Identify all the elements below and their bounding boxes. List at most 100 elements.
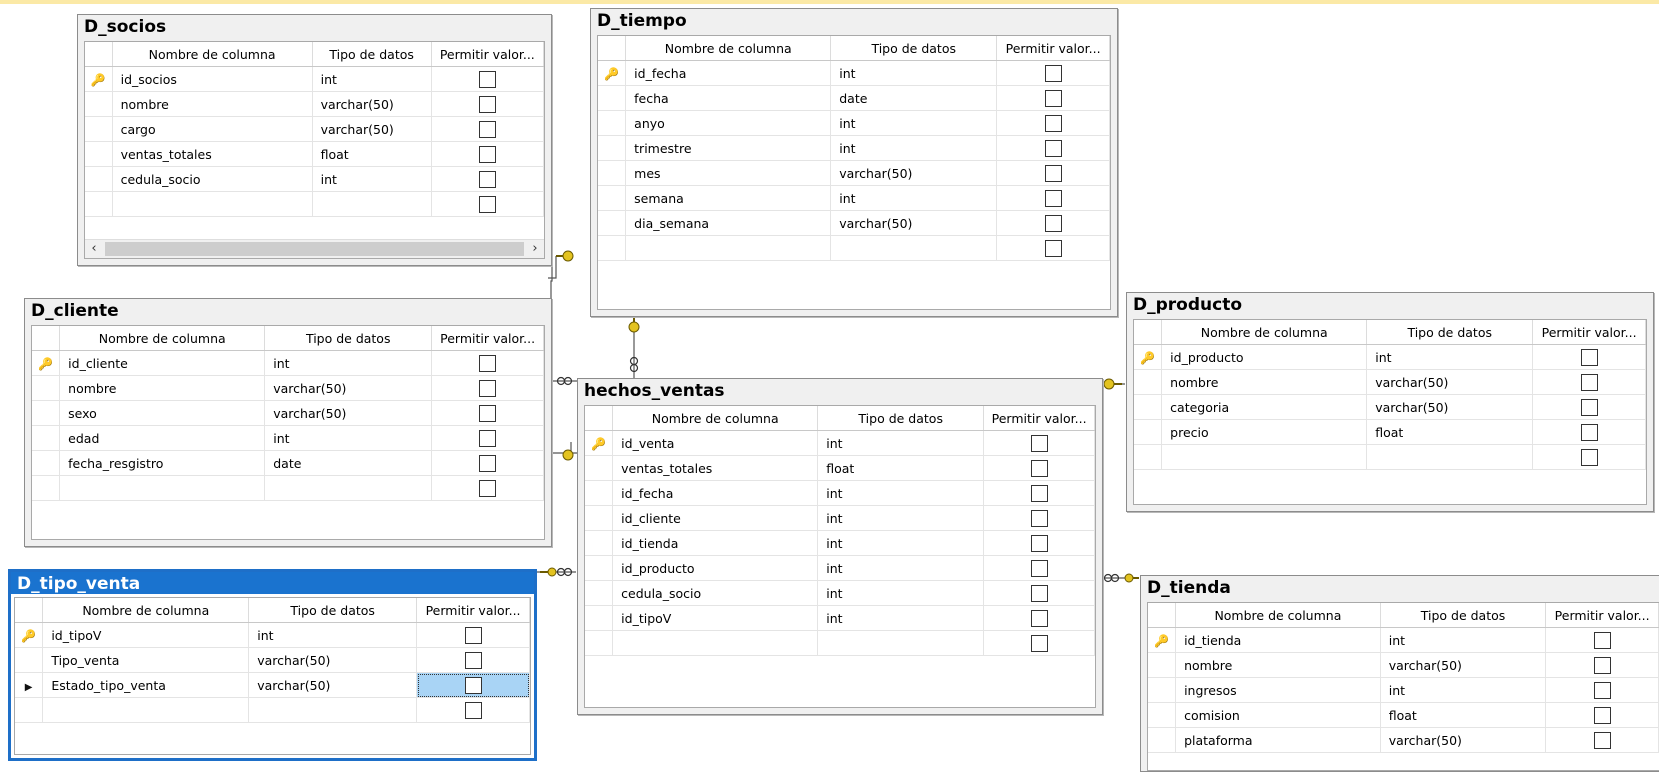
header-allow-nulls[interactable]: Permitir valor... <box>1545 603 1659 628</box>
allow-nulls-checkbox[interactable] <box>1044 89 1062 107</box>
row-selector[interactable]: 🔑 <box>1134 344 1163 370</box>
allow-nulls-cell[interactable] <box>1545 677 1659 703</box>
allow-nulls-checkbox[interactable] <box>478 145 496 163</box>
allow-nulls-checkbox[interactable] <box>464 701 482 719</box>
column-name-cell[interactable]: id_producto <box>1161 344 1368 370</box>
data-type-cell[interactable]: int <box>817 580 985 606</box>
header-column-name[interactable]: Nombre de columna <box>1161 320 1368 345</box>
data-type-cell[interactable]: varchar(50) <box>248 647 418 673</box>
data-type-cell[interactable]: float <box>817 455 985 481</box>
header-data-type[interactable]: Tipo de datos <box>264 326 433 351</box>
column-name-cell[interactable]: id_tienda <box>1175 627 1381 653</box>
allow-nulls-checkbox[interactable] <box>1044 214 1062 232</box>
allow-nulls-checkbox[interactable] <box>1044 64 1062 82</box>
allow-nulls-cell[interactable] <box>983 580 1095 606</box>
table-d-cliente[interactable]: D_cliente Nombre de columna Tipo de datos… <box>24 298 552 547</box>
table-row[interactable]: id_cliente int <box>585 505 1095 531</box>
data-type-cell[interactable]: varchar(50) <box>830 210 998 236</box>
row-selector[interactable] <box>32 450 61 476</box>
row-selector[interactable] <box>585 580 614 606</box>
data-type-cell[interactable]: int <box>1380 627 1547 653</box>
allow-nulls-cell[interactable] <box>983 505 1095 531</box>
table-row[interactable]: comision float <box>1148 702 1659 728</box>
allow-nulls-cell[interactable] <box>983 630 1095 656</box>
column-name-cell[interactable]: Estado_tipo_venta <box>42 672 250 698</box>
header-allow-nulls[interactable]: Permitir valor... <box>1532 320 1646 345</box>
row-selector[interactable]: 🔑 <box>32 350 61 376</box>
data-type-cell[interactable] <box>1366 444 1534 470</box>
column-grid[interactable]: Nombre de columna Tipo de datos Permitir v… <box>597 35 1111 310</box>
data-type-cell[interactable]: varchar(50) <box>312 116 432 142</box>
column-name-cell[interactable]: nombre <box>112 91 313 117</box>
allow-nulls-checkbox[interactable] <box>1030 609 1048 627</box>
header-column-name[interactable]: Nombre de columna <box>612 406 819 431</box>
column-name-cell[interactable]: id_tienda <box>612 530 819 556</box>
allow-nulls-checkbox[interactable] <box>478 170 496 188</box>
allow-nulls-cell[interactable] <box>431 475 544 501</box>
table-row[interactable]: fecha date <box>598 85 1110 111</box>
allow-nulls-cell[interactable] <box>983 430 1095 456</box>
column-name-cell[interactable]: id_tipoV <box>612 605 819 631</box>
data-type-cell[interactable]: varchar(50) <box>1380 727 1547 753</box>
column-grid[interactable]: Nombre de columna Tipo de datos Permitir v… <box>1147 602 1659 771</box>
data-type-cell[interactable]: int <box>817 555 985 581</box>
column-grid[interactable]: Nombre de columna Tipo de datos Permitir v… <box>31 325 545 540</box>
column-name-cell[interactable]: anyo <box>625 110 832 136</box>
data-type-cell[interactable]: float <box>312 141 432 167</box>
row-selector[interactable] <box>32 475 61 501</box>
column-grid[interactable]: Nombre de columna Tipo de datos Permitir v… <box>14 597 531 755</box>
allow-nulls-checkbox[interactable] <box>1030 559 1048 577</box>
allow-nulls-cell[interactable] <box>996 210 1110 236</box>
table-row[interactable]: 🔑 id_fecha int <box>598 60 1110 86</box>
allow-nulls-checkbox[interactable] <box>1030 534 1048 552</box>
data-type-cell[interactable] <box>830 235 998 261</box>
row-selector[interactable] <box>15 647 44 673</box>
allow-nulls-checkbox[interactable] <box>1030 634 1048 652</box>
data-type-cell[interactable]: varchar(50) <box>264 375 433 401</box>
table-row[interactable]: 🔑 id_tipoV int <box>15 622 530 648</box>
data-type-cell[interactable]: date <box>264 450 433 476</box>
row-selector[interactable] <box>1134 444 1163 470</box>
allow-nulls-cell[interactable] <box>431 116 544 142</box>
column-name-cell[interactable]: id_cliente <box>612 505 819 531</box>
allow-nulls-checkbox[interactable] <box>479 379 497 397</box>
table-row[interactable] <box>85 191 544 217</box>
table-row[interactable] <box>32 475 544 501</box>
data-type-cell[interactable]: float <box>1380 702 1547 728</box>
allow-nulls-checkbox[interactable] <box>1580 373 1598 391</box>
row-selector[interactable]: ▶ <box>15 672 44 698</box>
row-selector[interactable]: 🔑 <box>15 622 44 648</box>
header-column-name[interactable]: Nombre de columna <box>59 326 266 351</box>
allow-nulls-checkbox[interactable] <box>1044 164 1062 182</box>
data-type-cell[interactable] <box>817 630 985 656</box>
table-row[interactable]: edad int <box>32 425 544 451</box>
allow-nulls-checkbox[interactable] <box>478 70 496 88</box>
row-selector[interactable] <box>598 135 627 161</box>
table-row[interactable]: id_producto int <box>585 555 1095 581</box>
table-row[interactable] <box>15 697 530 723</box>
column-name-cell[interactable]: trimestre <box>625 135 832 161</box>
data-type-cell[interactable]: int <box>1380 677 1547 703</box>
column-name-cell[interactable]: nombre <box>59 375 266 401</box>
row-selector[interactable] <box>598 210 627 236</box>
header-allow-nulls[interactable]: Permitir valor... <box>416 598 530 623</box>
allow-nulls-checkbox[interactable] <box>479 404 497 422</box>
data-type-cell[interactable]: int <box>817 605 985 631</box>
table-row[interactable]: ventas_totales float <box>85 141 544 167</box>
allow-nulls-checkbox[interactable] <box>479 454 497 472</box>
header-column-name[interactable]: Nombre de columna <box>112 42 313 67</box>
row-selector[interactable] <box>85 91 113 117</box>
row-selector[interactable] <box>1134 369 1163 395</box>
allow-nulls-cell[interactable] <box>431 450 544 476</box>
column-name-cell[interactable]: id_venta <box>612 430 819 456</box>
allow-nulls-checkbox[interactable] <box>1580 398 1598 416</box>
row-selector[interactable] <box>15 697 44 723</box>
column-name-cell[interactable]: id_fecha <box>625 60 832 86</box>
allow-nulls-checkbox[interactable] <box>1593 656 1611 674</box>
data-type-cell[interactable]: int <box>817 480 985 506</box>
row-selector[interactable]: 🔑 <box>598 60 627 86</box>
row-selector[interactable] <box>585 505 614 531</box>
allow-nulls-checkbox[interactable] <box>1593 681 1611 699</box>
column-name-cell[interactable]: id_cliente <box>59 350 266 376</box>
allow-nulls-cell[interactable] <box>996 160 1110 186</box>
